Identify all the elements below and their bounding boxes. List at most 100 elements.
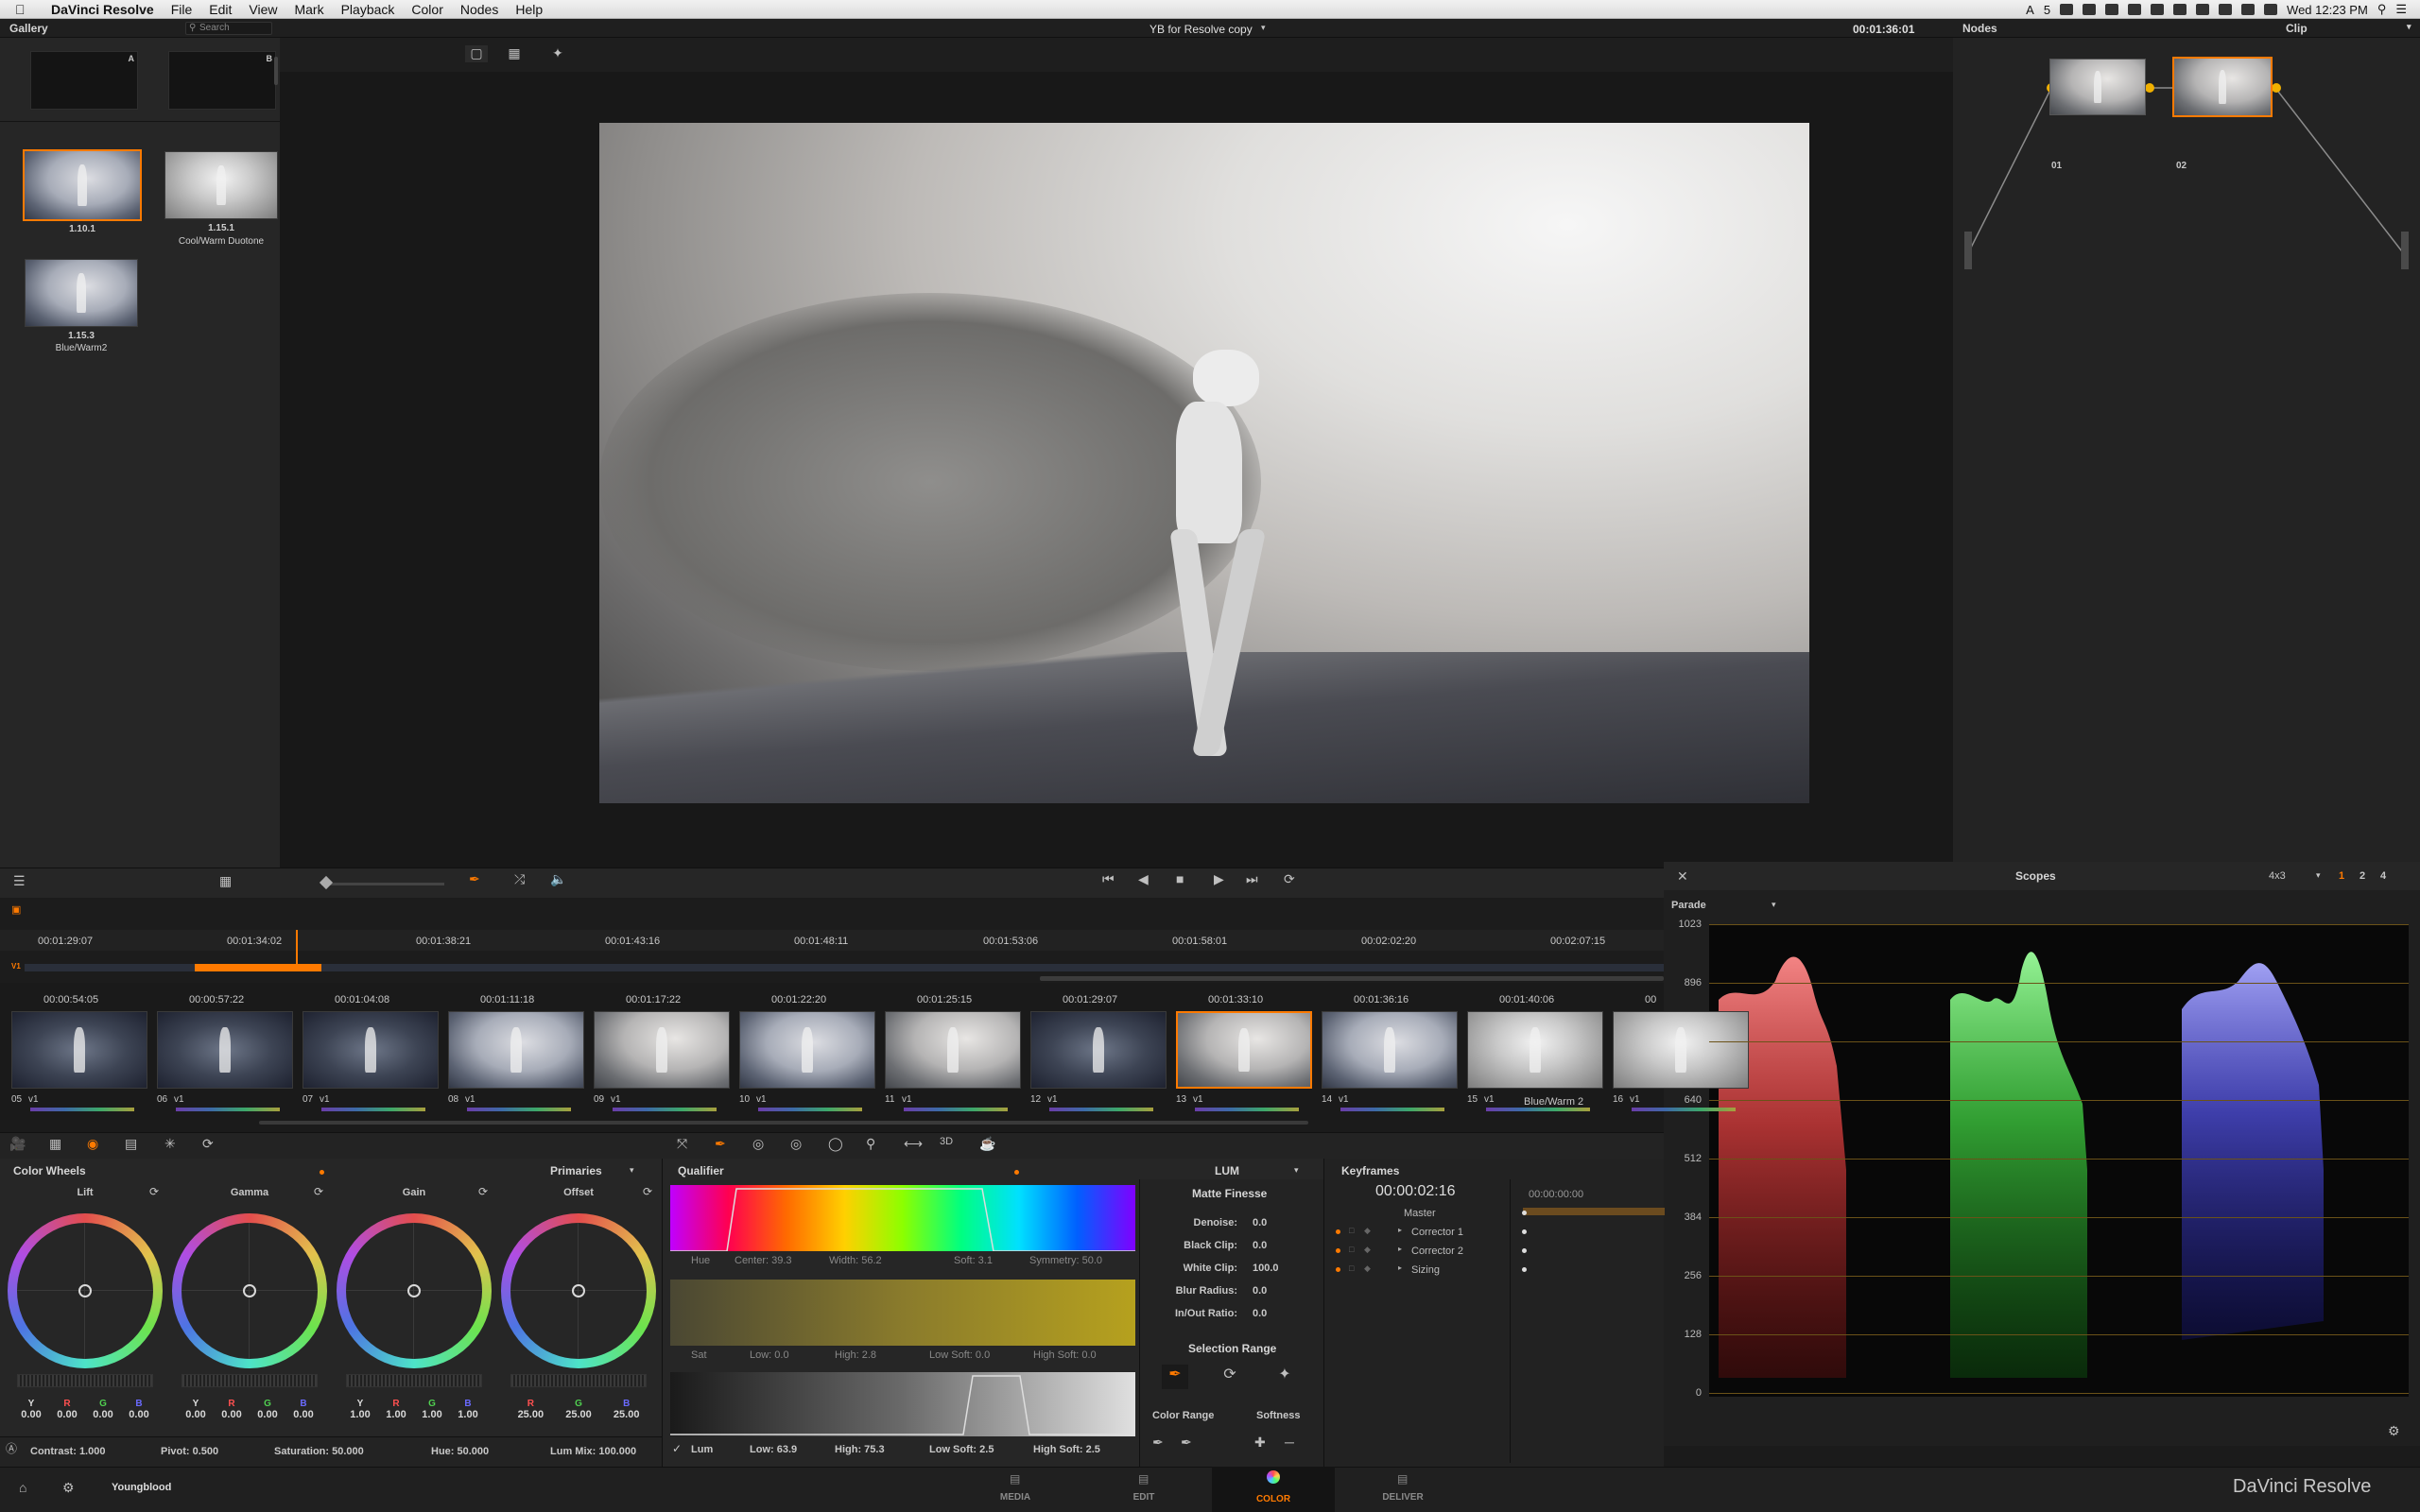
clip-thumbnail[interactable] xyxy=(302,1011,439,1089)
lock-icon[interactable]: □ xyxy=(1349,1263,1354,1273)
color-wheel-gamma[interactable] xyxy=(172,1213,327,1368)
clip-thumbnail[interactable] xyxy=(157,1011,293,1089)
lum-high-soft[interactable]: High Soft: 2.5 xyxy=(1033,1444,1100,1455)
color-match-icon[interactable]: ▦ xyxy=(49,1136,61,1152)
hue-width[interactable]: Width: 56.2 xyxy=(829,1255,882,1266)
tracker-icon[interactable]: ◎ xyxy=(790,1136,802,1152)
list-view-icon[interactable]: ☰ xyxy=(13,873,26,889)
clip-thumbnail[interactable] xyxy=(1613,1011,1749,1089)
wheel-value[interactable]: B 0.00 xyxy=(121,1399,157,1420)
hue-soft[interactable]: Soft: 3.1 xyxy=(954,1255,993,1266)
clip-thumbnail[interactable] xyxy=(1030,1011,1167,1089)
power-window-icon[interactable]: ◎ xyxy=(752,1136,764,1152)
clip-thumbnail[interactable] xyxy=(448,1011,584,1089)
wheel-value[interactable]: R 1.00 xyxy=(378,1399,414,1420)
color-subtract-icon[interactable]: ⟳ xyxy=(1217,1365,1243,1389)
wheel-value[interactable]: R 0.00 xyxy=(49,1399,85,1420)
keyframe-dot[interactable] xyxy=(1336,1248,1340,1253)
dropper-icon[interactable]: ☕ xyxy=(979,1136,995,1152)
qualifier-icon[interactable]: ✒ xyxy=(715,1136,726,1152)
clips-scrollbar[interactable] xyxy=(259,1121,1308,1125)
remove-color-icon[interactable]: ✒ xyxy=(1181,1435,1192,1451)
wheel-value[interactable]: G 1.00 xyxy=(414,1399,450,1420)
lum-high[interactable]: High: 75.3 xyxy=(835,1444,885,1455)
expand-icon[interactable]: ▸ xyxy=(1398,1226,1402,1234)
clip-thumbnail[interactable] xyxy=(1322,1011,1458,1089)
app-name[interactable]: DaVinci Resolve xyxy=(51,2,154,17)
scope-layout[interactable]: 4x3 xyxy=(2269,870,2286,882)
master-wheel[interactable] xyxy=(17,1374,153,1387)
still-thumbnail[interactable] xyxy=(164,151,278,219)
menu-playback[interactable]: Playback xyxy=(341,2,395,17)
keyframe-track[interactable]: Master xyxy=(1404,1208,1436,1219)
diamond-icon[interactable]: ◆ xyxy=(1364,1263,1371,1274)
chevron-down-icon[interactable]: ▾ xyxy=(2407,22,2411,32)
wheel-value[interactable]: Y 0.00 xyxy=(13,1399,49,1420)
clip-thumbnail[interactable] xyxy=(1467,1011,1603,1089)
page-tab-edit[interactable]: ▤ EDIT xyxy=(1115,1469,1172,1510)
node-02[interactable] xyxy=(2172,57,2273,117)
reset-icon[interactable]: ⟳ xyxy=(149,1185,159,1198)
viewer-title[interactable]: YB for Resolve copy xyxy=(1150,23,1253,36)
keyframe-marker[interactable] xyxy=(1522,1211,1527,1215)
skip-back-icon[interactable]: ⏮ xyxy=(1102,871,1115,887)
menu-mark[interactable]: Mark xyxy=(294,2,323,17)
sat-high[interactable]: High: 2.8 xyxy=(835,1349,876,1361)
wheels-mode[interactable]: Primaries xyxy=(550,1164,602,1177)
step-back-icon[interactable]: ◀ xyxy=(1138,871,1149,887)
single-viewer-icon[interactable]: ▢ xyxy=(465,45,488,62)
nodes-mode[interactable]: Clip xyxy=(2286,22,2308,35)
wheel-value[interactable]: Y 0.00 xyxy=(178,1399,214,1420)
wheel-value[interactable]: R 0.00 xyxy=(214,1399,250,1420)
node-01[interactable] xyxy=(2049,59,2146,115)
color-pick-icon[interactable]: ✒ xyxy=(1162,1365,1188,1389)
eyedropper-icon[interactable]: ✒ xyxy=(469,871,480,887)
reset-icon[interactable]: ⟳ xyxy=(202,1136,214,1152)
hue-value[interactable]: Hue: 50.000 xyxy=(431,1446,489,1457)
sat-spectrum[interactable] xyxy=(670,1280,1135,1346)
motion-effects-icon[interactable]: ✳ xyxy=(164,1136,176,1152)
check-icon[interactable]: ✓ xyxy=(672,1442,682,1455)
wheel-value[interactable]: G 0.00 xyxy=(85,1399,121,1420)
wheel-value[interactable]: B 0.00 xyxy=(285,1399,321,1420)
chevron-down-icon[interactable]: ▾ xyxy=(1261,23,1266,33)
gallery-scrollbar[interactable] xyxy=(274,57,278,85)
menu-nodes[interactable]: Nodes xyxy=(460,2,498,17)
apple-icon[interactable]:  xyxy=(15,2,34,17)
hue-center[interactable]: Center: 39.3 xyxy=(735,1255,792,1266)
menu-edit[interactable]: Edit xyxy=(209,2,232,17)
master-wheel[interactable] xyxy=(346,1374,482,1387)
spotlight-icon[interactable]: ⚲ xyxy=(2377,2,2387,17)
wheel-value[interactable]: R 25.00 xyxy=(507,1399,555,1420)
contrast-value[interactable]: Contrast: 1.000 xyxy=(30,1446,105,1457)
dropbox-icon[interactable] xyxy=(2060,4,2074,15)
color-wheels-icon[interactable]: ◉ xyxy=(87,1136,98,1152)
shuffle-icon[interactable]: ⤮ xyxy=(514,871,525,887)
reset-icon[interactable]: ⟳ xyxy=(643,1185,652,1198)
color-wheel-offset[interactable] xyxy=(501,1213,656,1368)
home-icon[interactable]: ⌂ xyxy=(19,1480,26,1495)
zoom-slider[interactable] xyxy=(319,875,444,890)
still-thumbnail[interactable] xyxy=(23,149,142,221)
lock-icon[interactable]: □ xyxy=(1349,1245,1354,1254)
diamond-icon[interactable]: ◆ xyxy=(1364,1245,1371,1255)
expand-icon[interactable]: ▸ xyxy=(1398,1245,1402,1253)
wheel-value[interactable]: B 25.00 xyxy=(602,1399,650,1420)
chevron-down-icon[interactable]: ▾ xyxy=(1772,900,1776,910)
evernote-icon[interactable] xyxy=(2105,4,2119,15)
auto-balance-icon[interactable]: Ⓐ xyxy=(6,1440,17,1456)
battery-icon[interactable] xyxy=(2173,4,2187,15)
active-clip-segment[interactable] xyxy=(195,964,321,971)
wheel-puck[interactable] xyxy=(572,1284,585,1297)
wheel-value[interactable]: G 25.00 xyxy=(555,1399,603,1420)
color-wheel-gain[interactable] xyxy=(337,1213,492,1368)
rgb-mixer-icon[interactable]: ▤ xyxy=(125,1136,137,1152)
keyframe-marker[interactable] xyxy=(1522,1229,1527,1234)
wheel-puck[interactable] xyxy=(243,1284,256,1297)
clock[interactable]: Wed 12:23 PM xyxy=(2287,3,2368,17)
matte-value[interactable]: 0.0 xyxy=(1253,1285,1267,1297)
viewer-image[interactable] xyxy=(599,123,1809,803)
page-tab-media[interactable]: ▤ MEDIA xyxy=(987,1469,1044,1510)
matte-value[interactable]: 100.0 xyxy=(1253,1263,1279,1274)
add-color-icon[interactable]: ✒ xyxy=(1152,1435,1164,1451)
